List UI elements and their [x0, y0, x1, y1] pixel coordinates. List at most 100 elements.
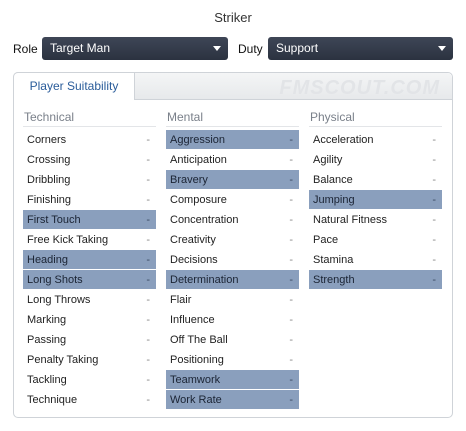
attribute-name: Flair [170, 294, 192, 306]
attribute-name: Dribbling [27, 174, 71, 186]
attribute-row[interactable]: Dribbling - [23, 170, 156, 190]
attribute-row[interactable]: Technique - [23, 390, 156, 410]
attribute-row[interactable]: First Touch - [23, 210, 156, 230]
role-select[interactable]: Target Man [42, 37, 228, 60]
attribute-row[interactable]: Penalty Taking - [23, 350, 156, 370]
attribute-value: - [289, 154, 293, 166]
attribute-value: - [289, 174, 293, 186]
attribute-row[interactable]: Finishing - [23, 190, 156, 210]
duty-value: Support [276, 41, 319, 55]
attribute-row[interactable]: Aggression - [166, 130, 299, 150]
attribute-name: Concentration [170, 214, 239, 226]
attribute-name: Agility [313, 154, 343, 166]
attribute-row[interactable]: Flair - [166, 290, 299, 310]
tab-player-suitability[interactable]: Player Suitability [13, 72, 135, 100]
duty-select[interactable]: Support [268, 37, 453, 60]
attribute-row[interactable]: Agility - [309, 150, 442, 170]
attribute-value: - [146, 134, 150, 146]
attribute-row[interactable]: Marking - [23, 310, 156, 330]
attribute-row[interactable]: Work Rate - [166, 390, 299, 410]
attribute-name: Positioning [170, 354, 224, 366]
attribute-row[interactable]: Positioning - [166, 350, 299, 370]
attribute-name: Creativity [170, 234, 216, 246]
attribute-name: Technique [27, 394, 78, 406]
attribute-value: - [146, 214, 150, 226]
attribute-name: Determination [170, 274, 239, 286]
attribute-value: - [432, 194, 436, 206]
attribute-name: Decisions [170, 254, 218, 266]
attribute-value: - [146, 354, 150, 366]
attribute-value: - [146, 254, 150, 266]
attribute-row[interactable]: Concentration - [166, 210, 299, 230]
attribute-name: Corners [27, 134, 67, 146]
attribute-value: - [432, 214, 436, 226]
attribute-row[interactable]: Jumping - [309, 190, 442, 210]
attribute-name: Crossing [27, 154, 71, 166]
attribute-row[interactable]: Off The Ball - [166, 330, 299, 350]
column-mental: Mental Aggression - Anticipation - Bravery - Co… [166, 110, 299, 410]
attribute-value: - [146, 334, 150, 346]
attribute-name: Passing [27, 334, 67, 346]
attribute-name: Pace [313, 234, 339, 246]
attribute-list: Aggression - Anticipation - Bravery - Composur… [166, 130, 299, 410]
attribute-row[interactable]: Determination - [166, 270, 299, 290]
attribute-value: - [289, 334, 293, 346]
attribute-row[interactable]: Tackling - [23, 370, 156, 390]
attribute-row[interactable]: Influence - [166, 310, 299, 330]
column-technical: Technical Corners - Crossing - Dribbling - Fini… [23, 110, 156, 410]
attribute-row[interactable]: Long Throws - [23, 290, 156, 310]
attribute-name: Heading [27, 254, 68, 266]
attribute-value: - [289, 354, 293, 366]
attribute-name: First Touch [27, 214, 81, 226]
attribute-value: - [146, 294, 150, 306]
attribute-value: - [289, 374, 293, 386]
attribute-value: - [289, 194, 293, 206]
attribute-row[interactable]: Stamina - [309, 250, 442, 270]
chevron-down-icon [213, 46, 221, 51]
attribute-row[interactable]: Acceleration - [309, 130, 442, 150]
attribute-row[interactable]: Free Kick Taking - [23, 230, 156, 250]
attribute-row[interactable]: Natural Fitness - [309, 210, 442, 230]
attribute-row[interactable]: Bravery - [166, 170, 299, 190]
attribute-name: Finishing [27, 194, 72, 206]
attribute-name: Bravery [170, 174, 208, 186]
column-heading: Technical [23, 110, 156, 127]
attribute-name: Strength [313, 274, 355, 286]
attribute-value: - [432, 154, 436, 166]
attribute-value: - [432, 254, 436, 266]
attribute-name: Work Rate [170, 394, 222, 406]
column-heading: Physical [309, 110, 442, 127]
attribute-row[interactable]: Composure - [166, 190, 299, 210]
attribute-value: - [146, 374, 150, 386]
page-title: Striker [214, 10, 252, 25]
attribute-name: Free Kick Taking [27, 234, 109, 246]
attribute-name: Jumping [313, 194, 355, 206]
attribute-name: Penalty Taking [27, 354, 99, 366]
attribute-row[interactable]: Balance - [309, 170, 442, 190]
attribute-value: - [146, 274, 150, 286]
attribute-value: - [432, 234, 436, 246]
attribute-value: - [289, 274, 293, 286]
attribute-value: - [146, 194, 150, 206]
attribute-value: - [146, 234, 150, 246]
attribute-row[interactable]: Pace - [309, 230, 442, 250]
attribute-value: - [146, 154, 150, 166]
attribute-row[interactable]: Creativity - [166, 230, 299, 250]
attribute-name: Composure [170, 194, 227, 206]
attribute-name: Acceleration [313, 134, 374, 146]
attribute-row[interactable]: Anticipation - [166, 150, 299, 170]
attribute-row[interactable]: Passing - [23, 330, 156, 350]
attribute-row[interactable]: Teamwork - [166, 370, 299, 390]
attribute-name: Tackling [27, 374, 67, 386]
attribute-row[interactable]: Heading - [23, 250, 156, 270]
attribute-row[interactable]: Strength - [309, 270, 442, 290]
attribute-name: Natural Fitness [313, 214, 387, 226]
attribute-row[interactable]: Corners - [23, 130, 156, 150]
attribute-row[interactable]: Crossing - [23, 150, 156, 170]
attribute-name: Anticipation [170, 154, 227, 166]
attribute-name: Marking [27, 314, 67, 326]
attribute-row[interactable]: Long Shots - [23, 270, 156, 290]
attribute-row[interactable]: Decisions - [166, 250, 299, 270]
attribute-list: Acceleration - Agility - Balance - Jumping - Nat… [309, 130, 442, 290]
role-label: Role [13, 42, 38, 56]
